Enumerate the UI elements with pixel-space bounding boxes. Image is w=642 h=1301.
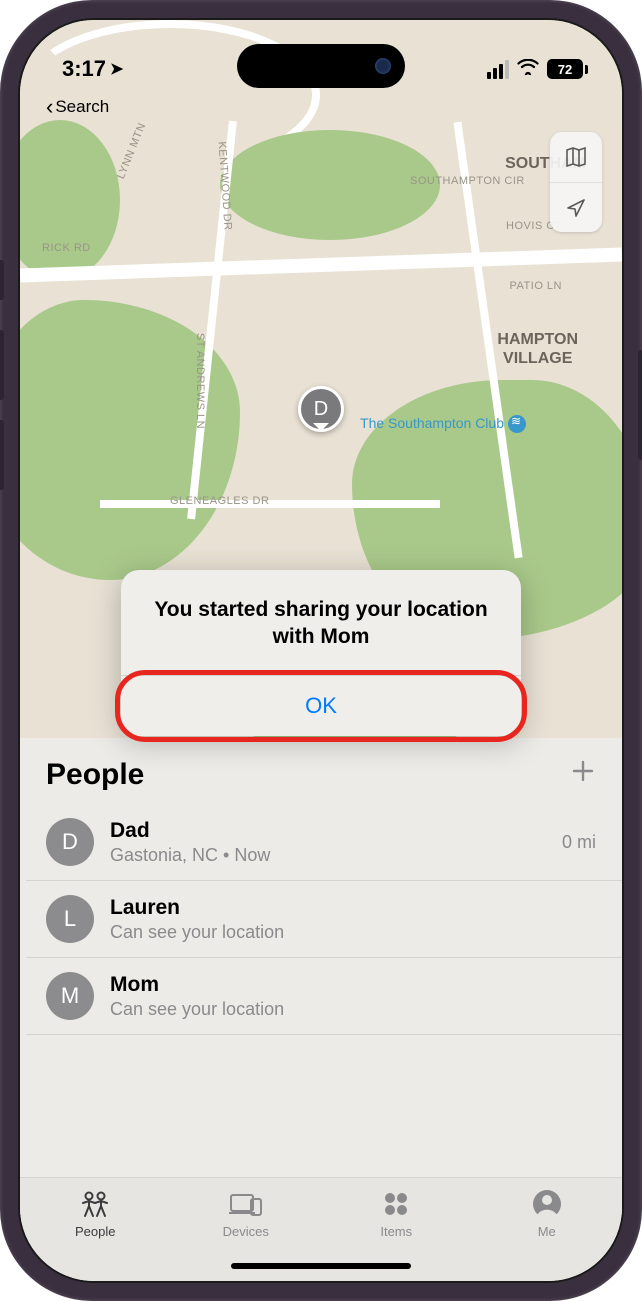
avatar: M: [46, 972, 94, 1020]
sharing-confirmation-alert: You started sharing your location with M…: [121, 570, 521, 736]
avatar: D: [46, 818, 94, 866]
tab-devices[interactable]: Devices: [171, 1188, 322, 1239]
screen: 3:17 ➤ 72 ‹ Search: [18, 18, 624, 1283]
map-controls: [550, 132, 602, 232]
tab-label: Devices: [223, 1224, 269, 1239]
pin-initial: D: [314, 398, 328, 421]
wifi-icon: [517, 58, 539, 81]
items-icon: [382, 1188, 410, 1220]
power-button: [638, 350, 642, 460]
person-name: Lauren: [110, 896, 596, 920]
volume-up-button: [0, 330, 4, 400]
road-label: SOUTHAMPTON CIR: [410, 175, 525, 187]
status-time-group: 3:17 ➤: [62, 56, 123, 82]
plus-icon: [570, 758, 596, 784]
volume-down-button: [0, 420, 4, 490]
road-label: GLENEAGLES DR: [170, 495, 269, 507]
tab-label: People: [75, 1224, 115, 1239]
map-icon: [564, 145, 588, 169]
place-label: HAMPTON VILLAGE: [497, 330, 578, 368]
locate-me-button[interactable]: [550, 182, 602, 232]
poi-label[interactable]: The Southampton Club: [360, 415, 526, 433]
location-arrow-icon: [565, 197, 587, 219]
battery-percent: 72: [549, 61, 581, 77]
alert-message: You started sharing your location with M…: [121, 570, 521, 675]
add-person-button[interactable]: [570, 758, 596, 792]
tab-people[interactable]: People: [20, 1188, 171, 1239]
person-subtitle: Can see your location: [110, 999, 596, 1020]
back-label: Search: [55, 97, 109, 117]
tab-label: Me: [538, 1224, 556, 1239]
dynamic-island: [237, 44, 405, 88]
person-row-dad[interactable]: D Dad Gastonia, NC • Now 0 mi: [26, 804, 622, 881]
person-distance: 0 mi: [562, 832, 596, 853]
road-label: RICK RD: [42, 242, 91, 254]
road-label: ST ANDREWS LN: [194, 333, 206, 429]
chevron-left-icon: ‹: [46, 96, 53, 118]
battery-icon: 72: [547, 59, 588, 79]
person-name: Mom: [110, 973, 596, 997]
home-indicator[interactable]: [231, 1263, 411, 1269]
person-row-mom[interactable]: M Mom Can see your location: [26, 958, 622, 1035]
poi-pool-icon: [508, 415, 526, 433]
tab-label: Items: [380, 1224, 412, 1239]
road-label: PATIO LN: [510, 280, 563, 292]
status-time: 3:17: [62, 56, 106, 82]
map-mode-button[interactable]: [550, 132, 602, 182]
phone-frame: 3:17 ➤ 72 ‹ Search: [0, 0, 642, 1301]
avatar: L: [46, 895, 94, 943]
location-services-icon: ➤: [110, 59, 123, 79]
tab-me[interactable]: Me: [472, 1188, 623, 1239]
status-right-group: 72: [487, 58, 588, 81]
person-name: Dad: [110, 819, 562, 843]
person-subtitle: Can see your location: [110, 922, 596, 943]
people-icon: [77, 1188, 113, 1220]
cellular-signal-icon: [487, 60, 509, 79]
sheet-title: People: [46, 758, 144, 792]
person-map-pin[interactable]: D: [298, 386, 344, 432]
person-row-lauren[interactable]: L Lauren Can see your location: [26, 881, 622, 958]
front-camera-icon: [375, 58, 391, 74]
tab-items[interactable]: Items: [321, 1188, 472, 1239]
devices-icon: [229, 1188, 263, 1220]
person-circle-icon: [532, 1188, 562, 1220]
mute-switch: [0, 260, 4, 300]
alert-ok-button[interactable]: OK: [121, 676, 521, 736]
back-to-search-button[interactable]: ‹ Search: [46, 96, 109, 118]
sheet-header: People: [20, 758, 622, 804]
person-subtitle: Gastonia, NC • Now: [110, 845, 562, 866]
